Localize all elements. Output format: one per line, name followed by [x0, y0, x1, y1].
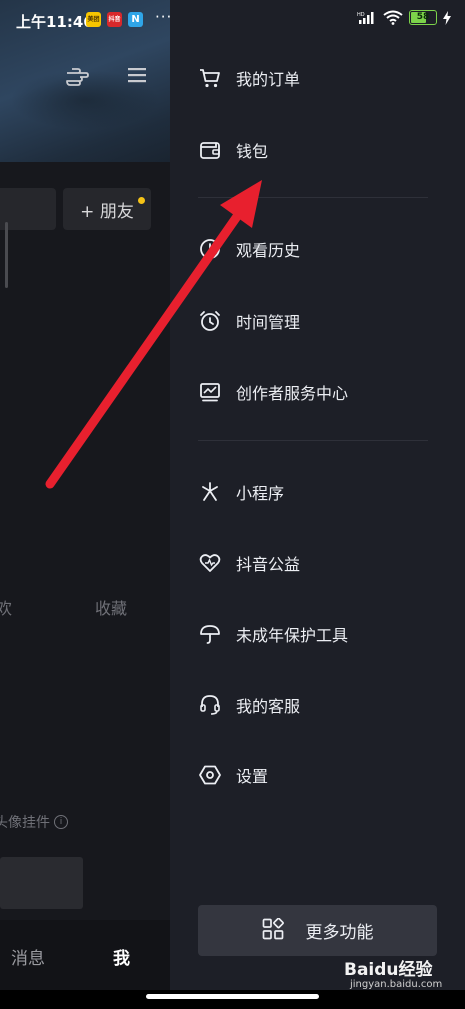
- menu-item-creator-center[interactable]: 创作者服务中心: [198, 377, 348, 407]
- tab-favorites[interactable]: 收藏: [95, 595, 127, 619]
- menu-item-charity[interactable]: 抖音公益: [198, 548, 300, 578]
- add-friend-label: + 朋友: [80, 201, 134, 222]
- svg-text:HD: HD: [357, 12, 365, 18]
- more-notifications-icon: ···: [155, 8, 173, 26]
- menu-label-wallet: 钱包: [236, 142, 269, 161]
- menu-label-time-management: 时间管理: [236, 313, 301, 332]
- meituan-app-icon: 美团: [86, 12, 101, 27]
- status-bar: 上午11:46 美团 抖音 N ··· HD 58: [0, 0, 465, 40]
- menu-item-minor-protection[interactable]: 未成年保护工具: [198, 619, 348, 649]
- nav-me[interactable]: 我: [113, 944, 130, 969]
- wallet-icon: [198, 138, 222, 162]
- scrollbar: [5, 222, 8, 288]
- charity-heart-icon: [198, 551, 222, 575]
- home-indicator[interactable]: [146, 994, 319, 999]
- menu-item-customer-service[interactable]: 我的客服: [198, 690, 300, 720]
- grid-icon: [262, 917, 284, 944]
- menu-item-settings[interactable]: 设置: [198, 760, 268, 790]
- cart-icon: [198, 66, 222, 90]
- more-features-label: 更多功能: [305, 923, 374, 943]
- hand-pointer-icon[interactable]: [62, 62, 92, 88]
- settings-hex-icon: [198, 763, 222, 787]
- content-placeholder: [0, 857, 83, 909]
- side-drawer: 我的订单 钱包 观看历史 时间管理 创作者服务中心 小程序 抖音公益 未成年保护…: [170, 0, 465, 990]
- signal-icon: HD: [357, 11, 374, 24]
- douyin-app-icon: 抖音: [107, 12, 122, 27]
- menu-label-mini-programs: 小程序: [236, 484, 285, 503]
- menu-item-time-management[interactable]: 时间管理: [198, 306, 300, 336]
- more-features-button[interactable]: 更多功能: [198, 905, 437, 956]
- status-time: 上午11:46: [16, 13, 94, 31]
- menu-item-mini-programs[interactable]: 小程序: [198, 477, 284, 507]
- creator-chart-icon: [198, 380, 222, 404]
- menu-item-history[interactable]: 观看历史: [198, 234, 300, 264]
- menu-item-wallet[interactable]: 钱包: [198, 135, 268, 165]
- menu-label-customer-service: 我的客服: [236, 697, 301, 716]
- menu-label-creator-center: 创作者服务中心: [236, 384, 349, 403]
- baidu-watermark: Baidu经验 jingyan.baidu.com: [340, 955, 460, 1000]
- alarm-icon: [198, 309, 222, 333]
- menu-icon[interactable]: [122, 62, 152, 88]
- mini-program-icon: [198, 480, 222, 504]
- profile-page-background: + 朋友 欢 收藏 头像挂件 i 消息 我: [0, 0, 170, 990]
- avatar-pendant-row[interactable]: 头像挂件 i: [0, 812, 68, 832]
- notification-dot: [138, 197, 145, 204]
- avatar-pendant-label: 头像挂件: [0, 815, 50, 831]
- wifi-icon: [383, 10, 403, 25]
- menu-item-orders[interactable]: 我的订单: [198, 63, 300, 93]
- nav-messages[interactable]: 消息: [11, 944, 45, 969]
- status-indicators: HD 58: [357, 10, 451, 25]
- charging-icon: [443, 10, 451, 25]
- tab-likes[interactable]: 欢: [0, 595, 12, 619]
- watermark-brand: Baidu经验: [344, 960, 433, 980]
- add-friend-button[interactable]: + 朋友: [63, 188, 151, 230]
- menu-label-history: 观看历史: [236, 241, 301, 260]
- edit-profile-button[interactable]: [0, 188, 56, 230]
- battery-level: 58: [416, 12, 430, 22]
- profile-top-icons: [62, 62, 152, 88]
- menu-label-charity: 抖音公益: [236, 555, 301, 574]
- history-icon: [198, 237, 222, 261]
- menu-label-settings: 设置: [236, 767, 269, 786]
- headset-icon: [198, 693, 222, 717]
- menu-divider: [198, 440, 428, 441]
- menu-divider: [198, 197, 428, 198]
- umbrella-icon: [198, 622, 222, 646]
- watermark-url: jingyan.baidu.com: [350, 979, 443, 990]
- battery-icon: 58: [409, 10, 437, 25]
- n-app-icon: N: [128, 12, 143, 27]
- menu-label-orders: 我的订单: [236, 70, 301, 89]
- info-icon: i: [54, 815, 68, 829]
- bottom-nav: 消息 我: [0, 920, 170, 990]
- menu-label-minor-protection: 未成年保护工具: [236, 626, 349, 645]
